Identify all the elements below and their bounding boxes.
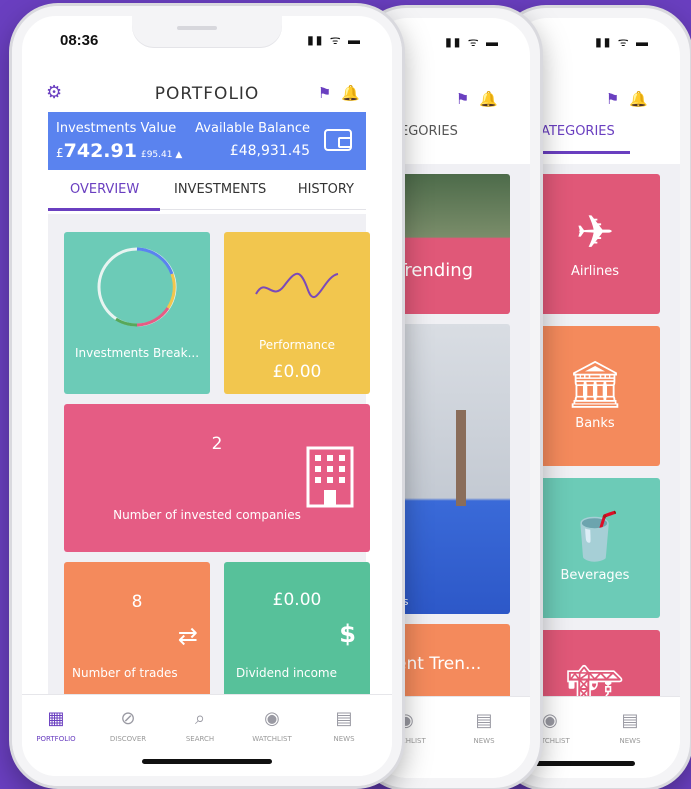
search-camera-icon: ⌕	[194, 708, 206, 729]
available-balance-label: Available Balance	[195, 121, 310, 136]
status-bar: 08:36 ▮▮ ᯤ ▬	[22, 16, 392, 64]
overview-content: Investments Break... Performance £0.00 2…	[48, 214, 370, 708]
category-label: Beverages	[560, 568, 630, 583]
flag-icon[interactable]: ⚑	[318, 84, 341, 102]
investments-change: £95.41 ▲	[140, 150, 183, 160]
portfolio-grid-icon: ▦	[47, 708, 65, 729]
nav-news[interactable]: ▤ NEWS	[600, 710, 660, 746]
phone-portfolio: 08:36 ▮▮ ᯤ ▬ ⚙ PORTFOLIO ⚑🔔 Investments …	[12, 6, 402, 786]
tile-value: 8	[131, 592, 143, 612]
category-beverages[interactable]: 🥤 Beverages	[530, 478, 660, 618]
drink-icon: 🥤	[566, 509, 624, 563]
nav-label: WATCHLIST	[252, 735, 292, 743]
nav-news[interactable]: ▤ NEWS	[454, 710, 514, 746]
nav-label: DISCOVER	[109, 735, 147, 743]
flag-bell-icons[interactable]: ⚑🔔	[606, 90, 658, 108]
available-balance-value: £48,931.45	[229, 143, 310, 159]
investments-breakdown-tile[interactable]: Investments Break...	[64, 232, 210, 394]
tile-label: Performance	[258, 338, 336, 352]
tile-label: Number of trades	[72, 666, 178, 680]
trending-label: ent Tren...	[396, 654, 482, 674]
tab-history[interactable]: HISTORY	[298, 182, 354, 197]
phone-portfolio-screen: 08:36 ▮▮ ᯤ ▬ ⚙ PORTFOLIO ⚑🔔 Investments …	[12, 6, 402, 786]
signal-icons: ▮▮ ᯤ ▬	[445, 35, 500, 49]
currency-symbol: £	[56, 146, 64, 160]
tile-label: Number of invested companies	[113, 508, 301, 522]
categories-tab-label: EGORIES	[400, 124, 458, 139]
compass-icon: ⊘	[120, 708, 136, 729]
invested-companies-tile[interactable]: 2 Number of invested companies	[64, 404, 370, 552]
home-indicator	[142, 759, 272, 764]
nav-news[interactable]: ▤ NEWS	[314, 708, 374, 744]
eye-icon: ◉	[264, 708, 280, 729]
trending-label: Trending	[396, 260, 474, 281]
tab-investments[interactable]: INVESTMENTS	[174, 182, 266, 197]
header-actions: ⚑🔔	[318, 84, 370, 102]
dividend-tile[interactable]: £0.00 $ Dividend income	[224, 562, 370, 708]
investments-amount: 742.91	[63, 140, 137, 162]
balance-banner: Investments Value Available Balance £742…	[48, 112, 366, 170]
category-label: Banks	[575, 416, 615, 431]
donut-chart-icon	[97, 247, 177, 327]
nav-label: NEWS	[619, 737, 641, 745]
bell-icon[interactable]: 🔔	[341, 84, 370, 102]
nav-search[interactable]: ⌕ SEARCH	[170, 708, 230, 744]
trades-tile[interactable]: 8 ⇄ Number of trades	[64, 562, 210, 708]
performance-wave-icon	[255, 272, 339, 299]
category-banks[interactable]: 🏛 Banks	[530, 326, 660, 466]
app-header: ⚙ PORTFOLIO ⚑🔔	[22, 78, 392, 110]
nav-watchlist[interactable]: ◉ WATCHLIST	[242, 708, 302, 744]
swap-arrows-icon: ⇄	[177, 622, 198, 650]
performance-tile[interactable]: Performance £0.00	[224, 232, 370, 394]
tile-label: Investments Break...	[74, 346, 200, 360]
category-airlines[interactable]: ✈ Airlines	[530, 174, 660, 314]
chimney-image	[456, 410, 466, 506]
tab-overview[interactable]: OVERVIEW	[70, 182, 139, 197]
signal-icons: ▮▮ ᯤ ▬	[307, 33, 362, 47]
nav-discover[interactable]: ⊘ DISCOVER	[98, 708, 158, 744]
nav-label: NEWS	[333, 735, 355, 743]
energy-card[interactable]: es	[390, 324, 510, 614]
portfolio-tabs: OVERVIEW INVESTMENTS HISTORY	[48, 174, 366, 211]
active-tab-indicator	[48, 208, 160, 211]
signal-icons: ▮▮ ᯤ ▬	[595, 35, 650, 49]
newspaper-icon: ▤	[621, 710, 639, 731]
bottom-nav: ▦ PORTFOLIO ⊘ DISCOVER ⌕ SEARCH ◉ WATCHLIST …	[22, 694, 392, 776]
building-icon	[306, 446, 354, 508]
newspaper-icon: ▤	[335, 708, 353, 729]
nav-label: NEWS	[473, 737, 495, 745]
airplane-icon: ✈	[575, 205, 615, 259]
nav-portfolio[interactable]: ▦ PORTFOLIO	[26, 708, 86, 744]
tile-label: Dividend income	[236, 666, 337, 680]
trending-card[interactable]: Trending	[390, 174, 510, 314]
categories-tab-label: CATEGORIES	[532, 124, 615, 139]
tile-value: £0.00	[272, 590, 322, 610]
nav-label: PORTFOLIO	[36, 735, 76, 743]
nav-label: SEARCH	[185, 735, 215, 743]
investments-value-label: Investments Value	[56, 121, 177, 136]
investments-value: £742.91 £95.41 ▲	[56, 140, 182, 162]
wallet-icon[interactable]	[324, 129, 352, 151]
bank-icon: 🏛	[565, 357, 625, 411]
flag-bell-icons[interactable]: ⚑🔔	[456, 90, 508, 108]
dollar-icon: $	[339, 620, 356, 648]
category-label: Airlines	[570, 264, 620, 279]
tile-value: £0.00	[272, 362, 322, 382]
newspaper-icon: ▤	[475, 710, 493, 731]
status-time: 08:36	[60, 32, 99, 49]
